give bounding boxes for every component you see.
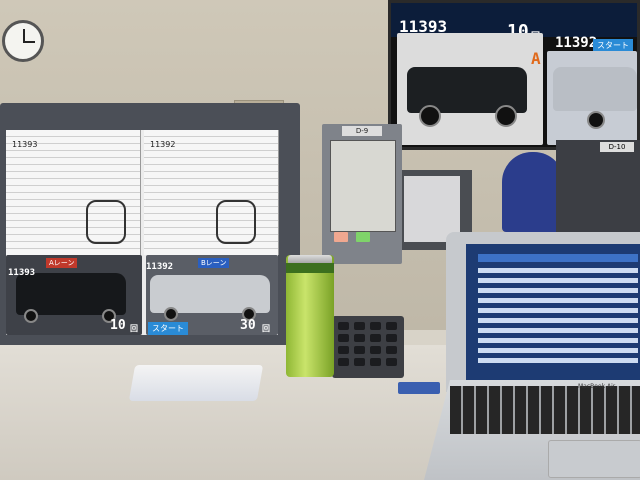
- console-right-label: D-10: [600, 142, 634, 152]
- lane-b-lot: 11392: [146, 262, 174, 272]
- green-tea-can: [286, 255, 334, 377]
- console-label: D-9: [342, 126, 382, 136]
- inspection-sheet-left: 11393: [6, 130, 141, 255]
- sheet-right-number: 11392: [150, 140, 176, 149]
- snack-packet: [128, 365, 264, 401]
- car-diagram-left-icon: [86, 200, 126, 244]
- laptop-keyboard[interactable]: [450, 386, 640, 434]
- lane-a-count: 10: [110, 318, 126, 333]
- laptop-screen: [466, 244, 640, 382]
- bid-lamp-green[interactable]: [356, 232, 370, 242]
- auction-screen: 11393 11392 Aレーン Bレーン 11393 11392 10 回 ス…: [6, 130, 279, 335]
- laptop-brand-label: MacBook Air: [578, 383, 616, 390]
- bidding-console-right: [556, 140, 640, 236]
- lane-b-count: 30: [240, 318, 256, 333]
- wall-car-photo-left: A: [397, 33, 543, 145]
- wall-lot-right: 11392: [555, 35, 598, 51]
- office-chair: [502, 152, 564, 232]
- console-instruction-panel: [330, 140, 396, 232]
- inspection-sheet-right: 11392: [144, 130, 279, 255]
- lane-b-label: Bレーン: [198, 258, 230, 268]
- laptop-trackpad[interactable]: [548, 440, 640, 478]
- bid-keypad[interactable]: [332, 316, 404, 378]
- car-diagram-right-icon: [216, 200, 256, 244]
- wall-lane-letter: A: [531, 49, 541, 68]
- lane-b-start-badge: スタート: [148, 322, 188, 335]
- sheet-left-number: 11393: [12, 140, 38, 149]
- wall-monitor: 11393 10 回 11392 スタート A: [388, 0, 640, 150]
- lane-a-label: Aレーン: [46, 258, 78, 268]
- wall-clock-icon: [2, 20, 44, 62]
- usb-dongle: [398, 382, 440, 394]
- wall-car-photo-right: [547, 51, 637, 145]
- lane-a-unit: 回: [130, 324, 138, 333]
- bid-lamp-red[interactable]: [334, 232, 348, 242]
- lane-a-lot: 11393: [8, 268, 36, 278]
- lane-b-unit: 回: [262, 324, 270, 333]
